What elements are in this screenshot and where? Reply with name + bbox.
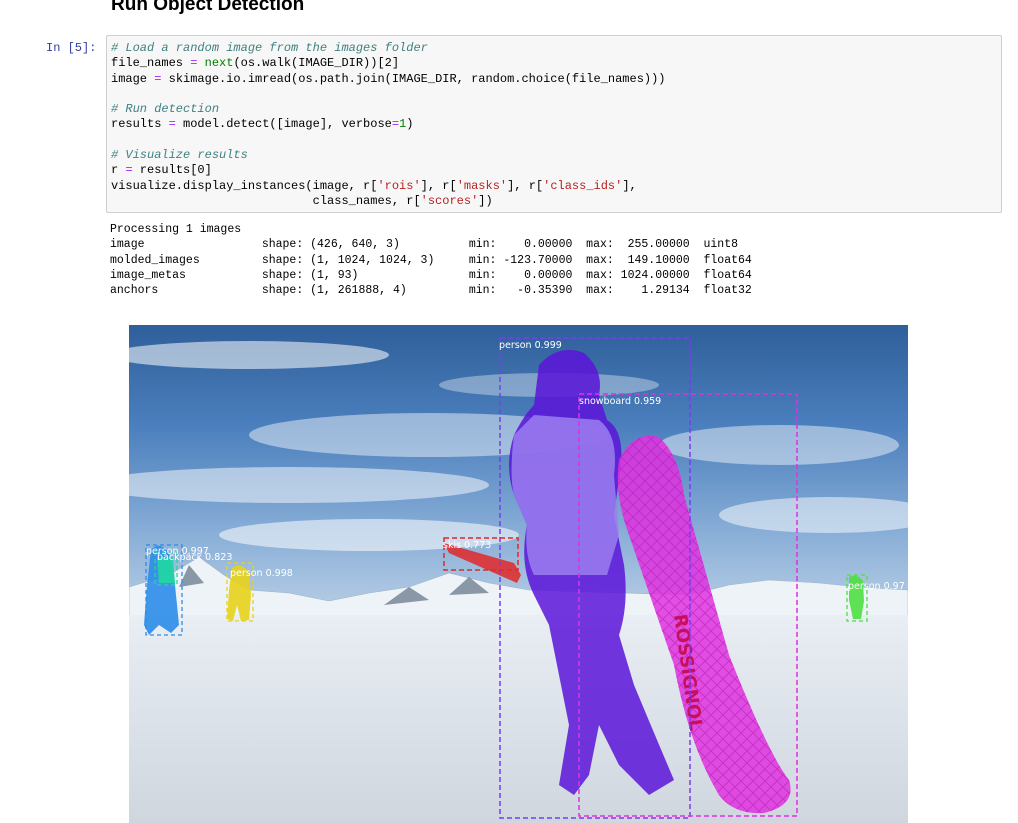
code-token: results[0] xyxy=(132,163,212,178)
code-token: model.detect([image], verbose xyxy=(175,117,392,132)
code-token: image xyxy=(111,71,155,86)
code-token: ], xyxy=(622,178,637,193)
output-line: image_metas shape: (1, 93) min: 0.00000 … xyxy=(110,268,752,282)
code-token: (os.walk(IMAGE_DIR))[2] xyxy=(233,56,400,71)
code-comment: # Load a random image from the images fo… xyxy=(111,41,428,55)
output-line: image shape: (426, 640, 3) min: 0.00000 … xyxy=(110,238,739,252)
code-string: 'class_ids' xyxy=(543,178,623,193)
code-string: 'scores' xyxy=(420,193,479,208)
code-editor[interactable]: # Load a random image from the images fo… xyxy=(107,36,1001,209)
code-cell[interactable]: # Load a random image from the images fo… xyxy=(106,35,1002,213)
code-token: ) xyxy=(406,117,414,132)
code-operator: = xyxy=(125,163,133,178)
code-token: ], r[ xyxy=(420,178,457,193)
code-comment: # Run detection xyxy=(111,102,220,117)
label-person-green: person 0.97 xyxy=(848,581,905,592)
output-line: Processing 1 images xyxy=(110,223,242,236)
code-token: visualize.display_instances(image, r[ xyxy=(111,178,378,193)
code-builtin: next xyxy=(204,56,234,71)
detection-figure: ROSSIGNOL person 0.999 snowboard 0.959 s… xyxy=(129,325,908,823)
code-string: 'masks' xyxy=(456,178,508,193)
output-line: molded_images shape: (1, 1024, 1024, 3) … xyxy=(110,253,752,267)
label-backpack: backpack 0.823 xyxy=(157,552,232,563)
output-line: anchors shape: (1, 261888, 4) min: -0.35… xyxy=(110,284,752,298)
code-string: 'rois' xyxy=(377,178,421,193)
code-token: ], r[ xyxy=(507,178,544,193)
section-heading: Run Object Detection xyxy=(111,0,305,15)
code-token: skimage.io.imread(os.path.join(IMAGE_DIR… xyxy=(161,71,666,86)
cell-output: Processing 1 images image shape: (426, 6… xyxy=(110,222,752,298)
code-operator: = xyxy=(168,117,176,132)
code-comment: # Visualize results xyxy=(111,148,248,163)
detection-image: ROSSIGNOL person 0.999 snowboard 0.959 s… xyxy=(129,325,908,823)
label-skis: skis 0.773 xyxy=(443,540,491,551)
code-operator: = xyxy=(391,117,400,132)
label-snowboard: snowboard 0.959 xyxy=(579,396,661,407)
code-token: class_names, r[ xyxy=(111,193,421,208)
label-person-main: person 0.999 xyxy=(499,340,562,351)
code-token: results xyxy=(111,117,169,132)
label-person-yellow: person 0.998 xyxy=(230,568,293,579)
code-token: r xyxy=(111,163,126,178)
code-token: ]) xyxy=(478,193,493,208)
input-prompt: In [5]: xyxy=(46,41,97,55)
code-token: file_names xyxy=(111,56,191,71)
snow-ground xyxy=(129,615,908,823)
